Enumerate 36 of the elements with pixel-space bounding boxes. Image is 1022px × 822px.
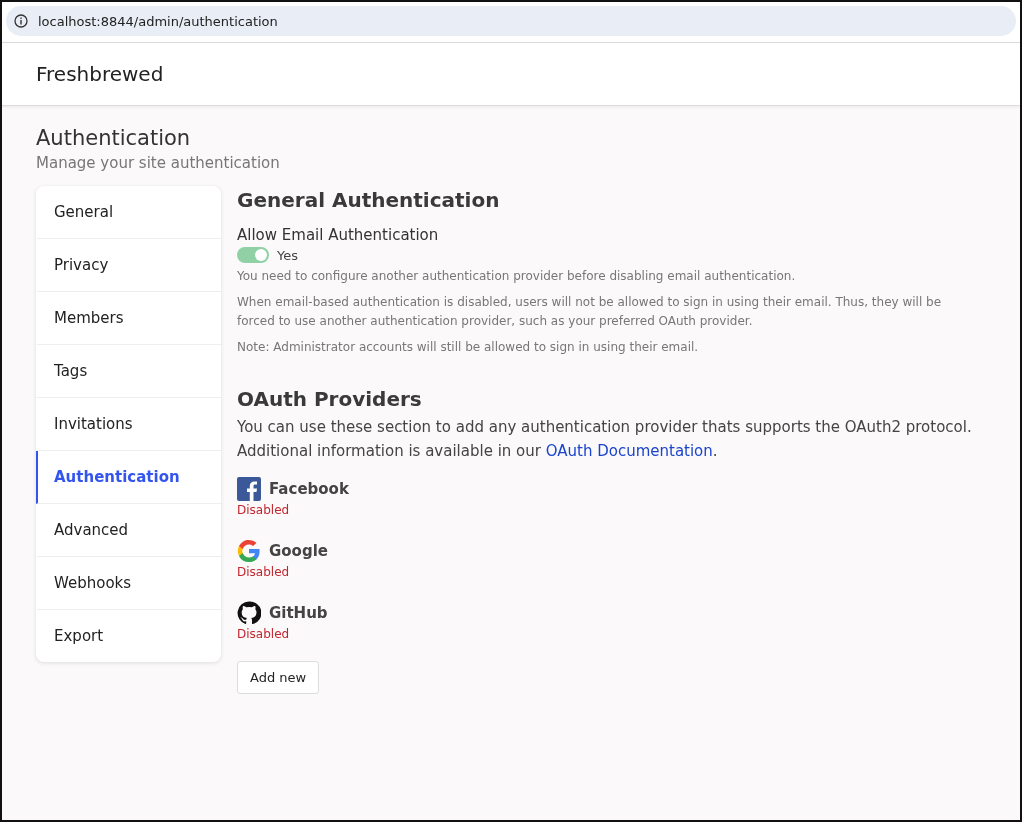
facebook-logo-icon (237, 477, 261, 501)
sidebar-item[interactable]: Invitations (36, 398, 221, 451)
sidebar-item[interactable]: Advanced (36, 504, 221, 557)
provider-name: GitHub (269, 604, 328, 622)
toggle-switch[interactable] (237, 247, 269, 263)
help-text: You need to configure another authentication provider before disabling email authentication. (237, 268, 797, 285)
site-title: Freshbrewed (36, 62, 164, 86)
info-text: Additional information is available in our OAuth Documentation. (237, 441, 719, 462)
add-new-button[interactable]: Add new (237, 661, 320, 694)
section-heading: OAuth Providers (237, 387, 423, 411)
section-description: You can use these section to add any authentication provider thats supports the OAuth2 protocol. (237, 417, 973, 438)
help-text: When email-based authentication is disabled, users will not be allowed to sign in using their email. Thus, they will be forced to use another authentication provider, such as your preferred OAuth provider. (237, 294, 943, 330)
github-logo-icon (237, 601, 261, 625)
help-text: Note: Administrator accounts will still be allowed to sign in using their email. (237, 339, 700, 356)
provider-status: Disabled (237, 565, 291, 579)
sidebar-item[interactable]: General (36, 186, 221, 239)
address-bar[interactable]: localhost:8844/admin/authentication (6, 6, 1016, 36)
provider-status: Disabled (237, 627, 291, 641)
provider-name: Google (269, 542, 328, 560)
sidebar-item[interactable]: Authentication (36, 451, 221, 504)
page-subtitle: Manage your site authentication (36, 154, 281, 172)
sidebar-item[interactable]: Members (36, 292, 221, 345)
page-title: Authentication (36, 126, 192, 150)
documentation-link[interactable]: OAuth Documentation (545, 442, 713, 460)
sidebar-item[interactable]: Tags (36, 345, 221, 398)
toggle-label: Yes (277, 247, 298, 263)
sidebar-item[interactable]: Webhooks (36, 557, 221, 610)
section-heading: General Authentication (237, 188, 501, 212)
sidebar-item[interactable]: Export (36, 610, 221, 662)
provider-name: Facebook (269, 480, 349, 498)
info-icon[interactable] (14, 14, 28, 28)
sidebar-item[interactable]: Privacy (36, 239, 221, 292)
provider-status: Disabled (237, 503, 291, 517)
setting-label: Allow Email Authentication (237, 226, 440, 244)
google-logo-icon (237, 539, 261, 563)
url-text: localhost:8844/admin/authentication (38, 13, 278, 29)
